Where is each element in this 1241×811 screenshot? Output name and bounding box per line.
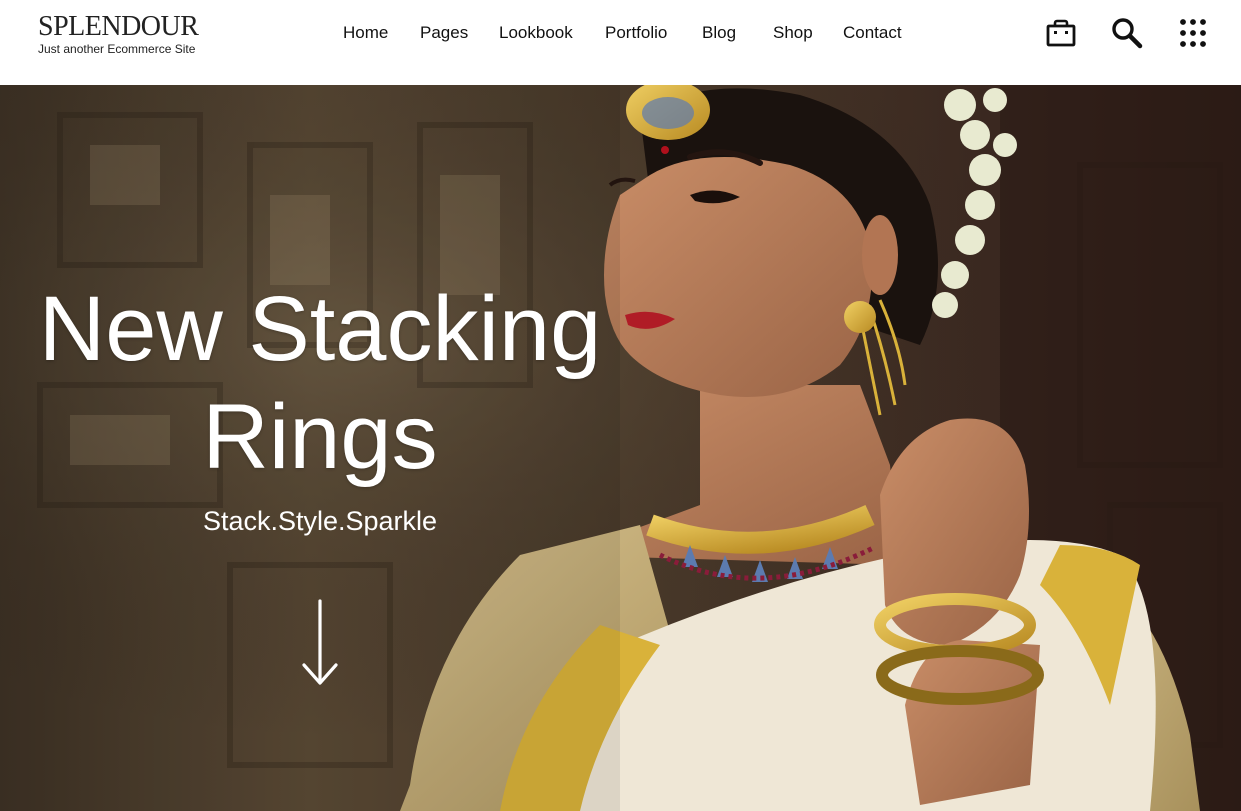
shopping-bag-icon xyxy=(1046,19,1076,47)
hero-title-line1: New Stacking xyxy=(38,278,602,380)
search-button[interactable] xyxy=(1109,15,1145,51)
hero-subtitle: Stack.Style.Sparkle xyxy=(202,506,438,536)
nav-item-pages[interactable]: Pages xyxy=(420,22,468,44)
nav-item-lookbook[interactable]: Lookbook xyxy=(499,22,573,44)
scroll-down-button[interactable] xyxy=(300,597,340,689)
nav-item-blog[interactable]: Blog xyxy=(702,22,736,44)
nav-item-contact[interactable]: Contact xyxy=(843,22,902,44)
arrow-down-icon xyxy=(302,599,338,685)
grid-menu-icon xyxy=(1180,19,1206,47)
hero-banner: New Stacking Rings Stack.Style.Sparkle xyxy=(0,85,1241,811)
site-header: SPLENDOUR Just another Ecommerce Site Ho… xyxy=(0,0,1241,85)
nav-item-shop[interactable]: Shop xyxy=(773,22,813,44)
site-logo[interactable]: SPLENDOUR Just another Ecommerce Site xyxy=(38,11,199,57)
search-icon xyxy=(1112,18,1143,49)
nav-item-home[interactable]: Home xyxy=(343,22,388,44)
hero-title-line2: Rings xyxy=(202,386,438,488)
brand-name: SPLENDOUR xyxy=(38,11,199,42)
cart-button[interactable] xyxy=(1043,15,1079,51)
hero-title: New Stacking Rings xyxy=(20,275,620,491)
brand-tagline: Just another Ecommerce Site xyxy=(38,42,196,56)
menu-button[interactable] xyxy=(1175,15,1211,51)
nav-item-portfolio[interactable]: Portfolio xyxy=(605,22,667,44)
